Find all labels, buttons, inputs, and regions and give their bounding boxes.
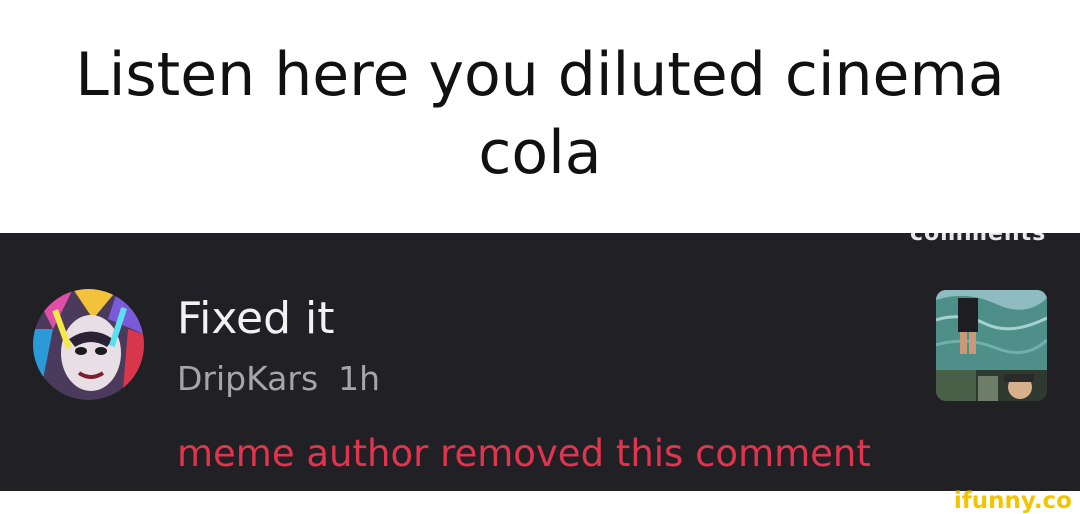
comment-panel: comments Fixed it DripKars 1h meme author…: [0, 233, 1080, 491]
comment-author[interactable]: DripKars: [177, 359, 318, 398]
caption-area: Listen here you diluted cinema cola: [0, 0, 1080, 233]
comment-title: Fixed it: [177, 293, 335, 344]
removed-comment-notice: meme author removed this comment: [177, 432, 871, 475]
comment-time: 1h: [338, 359, 381, 398]
comment-meta: DripKars 1h: [177, 359, 380, 399]
user-avatar-icon[interactable]: [33, 289, 144, 400]
footer-strip: [0, 491, 1080, 514]
caption-text: Listen here you diluted cinema cola: [75, 39, 1005, 188]
panel-header-fragment: comments: [910, 233, 1047, 246]
ifunny-watermark: ifunny.co: [953, 488, 1072, 514]
meme-thumbnail-icon[interactable]: [936, 290, 1047, 401]
